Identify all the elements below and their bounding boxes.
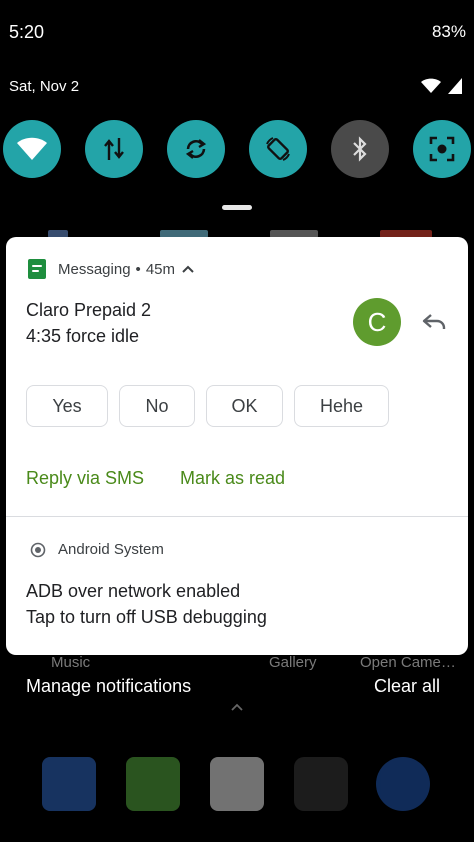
quick-settings-tiles bbox=[0, 120, 474, 180]
qs-tile-bluetooth[interactable] bbox=[331, 120, 389, 178]
signal-indicators bbox=[420, 78, 462, 94]
data-arrows-icon bbox=[104, 138, 124, 160]
messaging-header[interactable]: Messaging • 45m bbox=[28, 259, 194, 279]
message-text: 4:35 force idle bbox=[26, 326, 140, 346]
notification-time: 45m bbox=[145, 260, 175, 278]
sync-icon bbox=[185, 139, 207, 159]
notification-card: Messaging • 45m Claro Prepaid 2 4:35 for… bbox=[6, 237, 468, 655]
header-separator: • bbox=[135, 260, 141, 278]
messages-app-icon bbox=[126, 757, 180, 811]
smart-reply-no[interactable]: No bbox=[119, 385, 195, 427]
battery-level: 83% bbox=[431, 22, 466, 41]
manage-notifications-button[interactable]: Manage notifications bbox=[26, 676, 191, 697]
wifi-signal-icon bbox=[421, 78, 441, 93]
android-system-icon bbox=[30, 542, 46, 557]
chevron-up-icon bbox=[231, 703, 243, 711]
sender-avatar: C bbox=[353, 298, 401, 346]
qs-tile-mobile-data[interactable] bbox=[85, 120, 143, 178]
message-sender: Claro Prepaid 2 bbox=[26, 300, 152, 320]
qs-tile-auto-rotate[interactable] bbox=[249, 120, 307, 178]
messaging-app-name: Messaging bbox=[58, 260, 131, 278]
avatar-letter: C bbox=[367, 306, 387, 337]
date-label: Sat, Nov 2 bbox=[9, 77, 80, 95]
camera-app-icon bbox=[294, 757, 348, 811]
contacts-app-icon bbox=[210, 757, 264, 811]
background-dock bbox=[0, 757, 474, 817]
reply-icon[interactable] bbox=[420, 308, 448, 336]
qs-tile-wifi[interactable] bbox=[3, 120, 61, 178]
system-header[interactable]: Android System bbox=[30, 541, 164, 558]
wifi-icon bbox=[17, 137, 47, 160]
messaging-app-icon bbox=[28, 259, 46, 279]
background-label-music: Music bbox=[51, 654, 91, 671]
smart-reply-ok[interactable]: OK bbox=[206, 385, 283, 427]
drag-handle[interactable] bbox=[222, 205, 252, 210]
system-notification-body[interactable]: Tap to turn off USB debugging bbox=[26, 607, 267, 628]
bluetooth-icon bbox=[353, 136, 367, 162]
smart-reply-hehe[interactable]: Hehe bbox=[294, 385, 389, 427]
rotate-icon bbox=[266, 137, 290, 161]
status-bar: 5:20 83% bbox=[0, 0, 474, 64]
background-label-gallery: Gallery bbox=[269, 654, 317, 671]
qs-tile-auto-sync[interactable] bbox=[167, 120, 225, 178]
apps-folder-icon bbox=[376, 757, 430, 811]
smart-reply-yes[interactable]: Yes bbox=[26, 385, 108, 427]
qs-tile-screenshot[interactable] bbox=[413, 120, 471, 178]
system-app-name: Android System bbox=[58, 541, 164, 558]
mark-as-read-button[interactable]: Mark as read bbox=[180, 468, 285, 489]
screenshot-icon bbox=[429, 136, 455, 162]
background-app-labels: Music Gallery Open Came… bbox=[0, 654, 474, 672]
system-notification-title[interactable]: ADB over network enabled bbox=[26, 581, 240, 602]
clear-all-button[interactable]: Clear all bbox=[374, 676, 440, 697]
phone-app-icon bbox=[42, 757, 96, 811]
status-time: 5:20 bbox=[9, 21, 45, 42]
notification-divider bbox=[6, 516, 468, 517]
reply-via-sms-button[interactable]: Reply via SMS bbox=[26, 468, 144, 489]
chevron-up-icon[interactable] bbox=[182, 265, 194, 273]
date-row: Sat, Nov 2 bbox=[0, 70, 474, 102]
cell-signal-icon bbox=[448, 78, 462, 94]
background-label-camera: Open Came… bbox=[360, 654, 456, 671]
